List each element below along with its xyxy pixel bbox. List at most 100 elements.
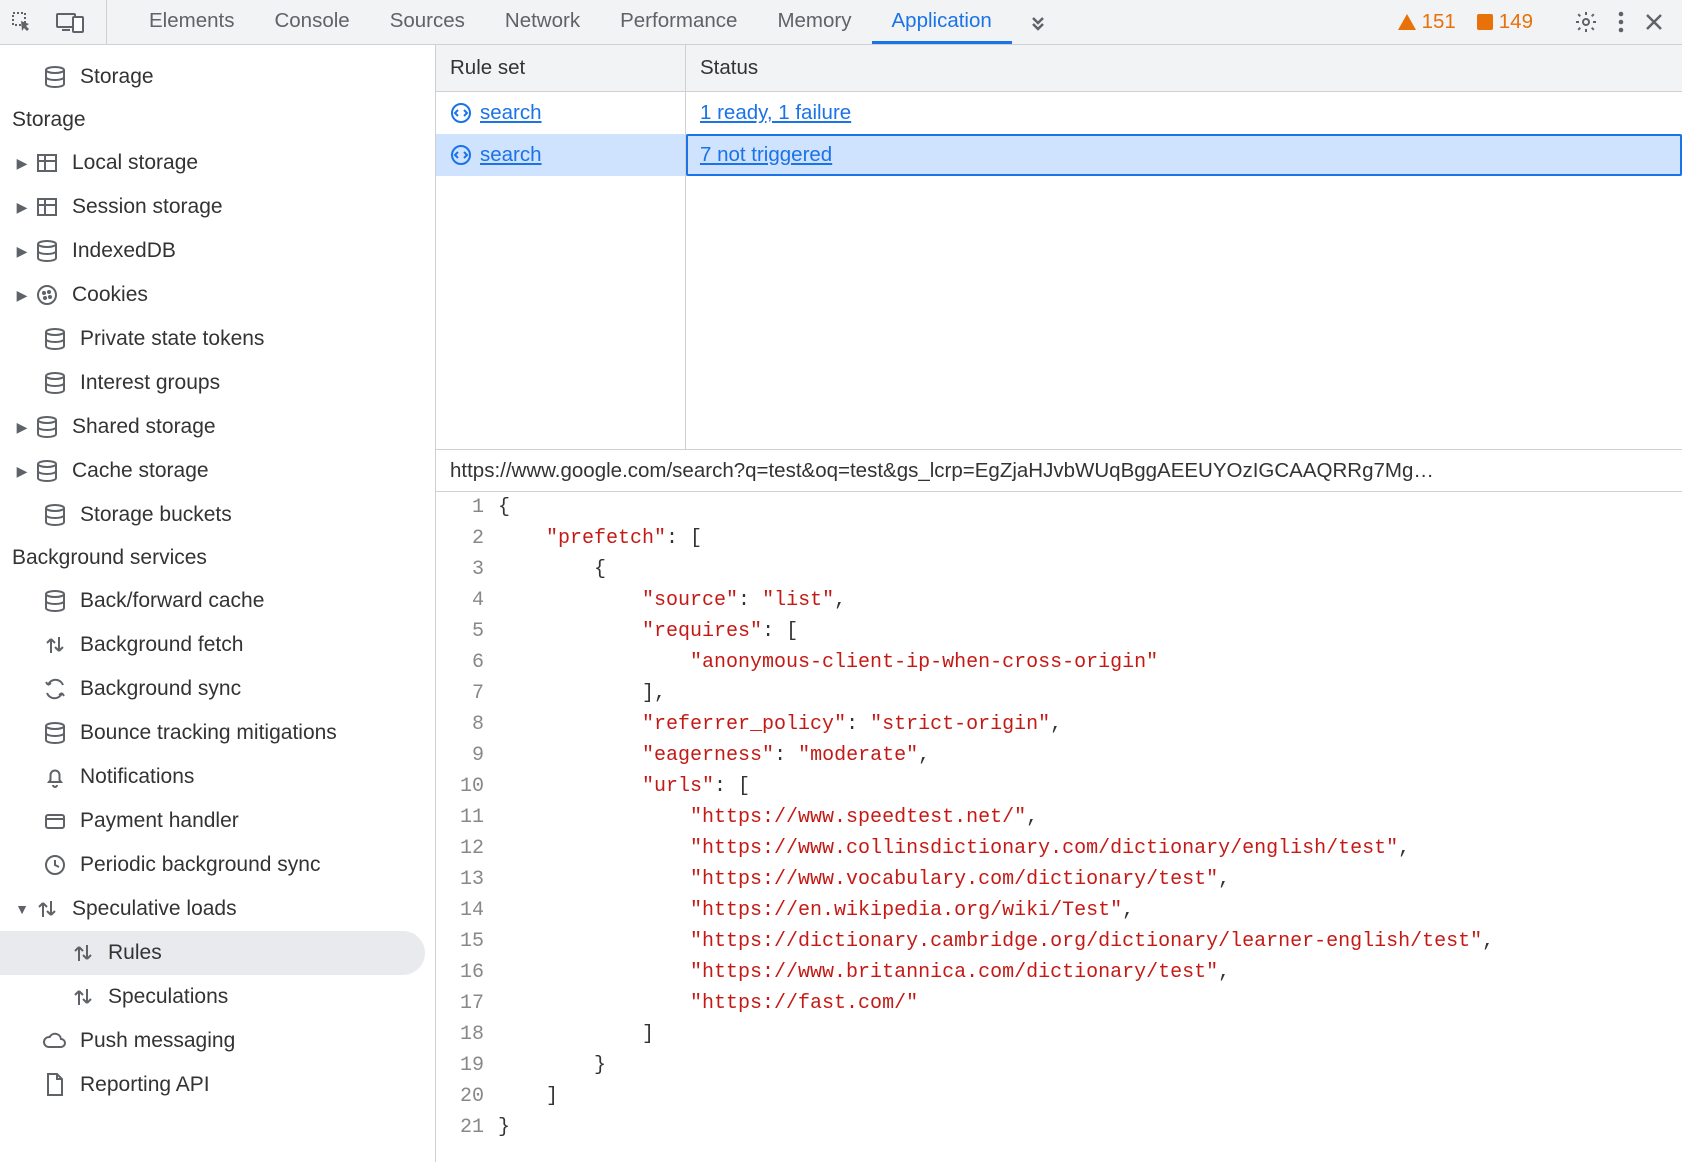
sidebar-item-cookies[interactable]: ▶ Cookies — [0, 273, 435, 317]
chevron-right-icon[interactable]: ▶ — [12, 463, 32, 480]
tab-label: Elements — [149, 9, 234, 33]
sidebar-item-periodic-bg-sync[interactable]: Periodic background sync — [0, 843, 435, 887]
tab-label: Sources — [390, 9, 465, 33]
ruleset-url: https://www.google.com/search?q=test&oq=… — [436, 450, 1682, 492]
column-header-ruleset[interactable]: Rule set — [436, 45, 686, 92]
sidebar-item-label: Shared storage — [72, 415, 216, 439]
ruleset-status-link[interactable]: 7 not triggered — [700, 143, 832, 167]
database-icon — [40, 324, 70, 354]
device-toolbar-icon[interactable] — [56, 11, 84, 33]
sidebar-item-label: Cache storage — [72, 459, 209, 483]
line-number: 1 — [436, 492, 498, 523]
tab-performance[interactable]: Performance — [600, 0, 757, 44]
sidebar-item-storage-summary[interactable]: Storage — [0, 55, 435, 99]
sidebar-item-label: Background sync — [80, 677, 241, 701]
sidebar-item-bounce-tracking[interactable]: Bounce tracking mitigations — [0, 711, 435, 755]
more-vertical-icon[interactable] — [1618, 11, 1624, 33]
sidebar-heading-background-services: Background services — [0, 537, 435, 579]
issues-button[interactable]: 149 — [1476, 10, 1533, 34]
line-number: 19 — [436, 1050, 498, 1081]
tab-memory[interactable]: Memory — [757, 0, 871, 44]
warnings-triangle-button[interactable]: 151 — [1397, 10, 1456, 34]
sidebar-item-bg-sync[interactable]: Background sync — [0, 667, 435, 711]
sidebar-item-session-storage[interactable]: ▶ Session storage — [0, 185, 435, 229]
tab-network[interactable]: Network — [485, 0, 600, 44]
tab-application[interactable]: Application — [872, 0, 1012, 44]
workspace: Storage Storage ▶ Local storage ▶ Sessio… — [0, 45, 1682, 1162]
table-icon — [32, 192, 62, 222]
database-icon — [40, 368, 70, 398]
sidebar-item-label: Local storage — [72, 151, 198, 175]
chevron-right-icon[interactable]: ▶ — [12, 287, 32, 304]
sidebar-item-rules[interactable]: Rules — [0, 931, 425, 975]
card-icon — [40, 806, 70, 836]
line-number: 20 — [436, 1081, 498, 1112]
tabs-overflow-icon[interactable] — [1012, 0, 1064, 44]
chevron-right-icon[interactable]: ▶ — [12, 419, 32, 436]
sidebar-item-indexeddb[interactable]: ▶ IndexedDB — [0, 229, 435, 273]
sidebar-item-label: Bounce tracking mitigations — [80, 721, 337, 745]
settings-gear-icon[interactable] — [1574, 10, 1598, 34]
database-icon — [40, 718, 70, 748]
cloud-icon — [40, 1026, 70, 1056]
line-number: 13 — [436, 864, 498, 895]
sidebar-item-push-messaging[interactable]: Push messaging — [0, 1019, 435, 1063]
sidebar-item-local-storage[interactable]: ▶ Local storage — [0, 141, 435, 185]
sidebar-item-shared-storage[interactable]: ▶ Shared storage — [0, 405, 435, 449]
sidebar-item-notifications[interactable]: Notifications — [0, 755, 435, 799]
chevron-right-icon[interactable]: ▶ — [12, 155, 32, 172]
inspect-element-icon[interactable] — [10, 10, 34, 34]
arrows-updown-icon — [32, 894, 62, 924]
tab-label: Console — [274, 9, 349, 33]
database-icon — [40, 62, 70, 92]
sidebar-item-private-state-tokens[interactable]: Private state tokens — [0, 317, 435, 361]
database-icon — [40, 500, 70, 530]
line-number: 12 — [436, 833, 498, 864]
sidebar-item-label: Rules — [108, 941, 162, 965]
bell-icon — [40, 762, 70, 792]
ruleset-table-row[interactable]: search 1 ready, 1 failure — [436, 92, 1682, 134]
sidebar-item-label: Speculations — [108, 985, 228, 1009]
line-number: 7 — [436, 678, 498, 709]
line-number: 10 — [436, 771, 498, 802]
ruleset-json-viewer[interactable]: 1{ 2 "prefetch": [ 3 { 4 "source": "list… — [436, 492, 1682, 1162]
sidebar-item-label: Background fetch — [80, 633, 243, 657]
rules-panel: Rule set Status search 1 ready, 1 failur… — [436, 45, 1682, 1162]
tab-sources[interactable]: Sources — [370, 0, 485, 44]
tab-elements[interactable]: Elements — [129, 0, 254, 44]
sidebar-item-interest-groups[interactable]: Interest groups — [0, 361, 435, 405]
sidebar-item-cache-storage[interactable]: ▶ Cache storage — [0, 449, 435, 493]
arrows-updown-icon — [68, 982, 98, 1012]
ruleset-table-row[interactable]: search 7 not triggered — [436, 134, 1682, 176]
sidebar-item-storage-buckets[interactable]: Storage buckets — [0, 493, 435, 537]
ruleset-name-link[interactable]: search — [480, 101, 542, 125]
file-icon — [40, 1070, 70, 1100]
database-icon — [32, 412, 62, 442]
sidebar-item-payment-handler[interactable]: Payment handler — [0, 799, 435, 843]
sidebar-item-bg-fetch[interactable]: Background fetch — [0, 623, 435, 667]
line-number: 3 — [436, 554, 498, 585]
sidebar-item-label: Reporting API — [80, 1073, 210, 1097]
sidebar-item-speculative-loads[interactable]: ▼ Speculative loads — [0, 887, 435, 931]
line-number: 18 — [436, 1019, 498, 1050]
close-icon[interactable] — [1644, 12, 1664, 32]
tab-label: Application — [892, 9, 992, 33]
chevron-down-icon[interactable]: ▼ — [12, 901, 32, 917]
cookie-icon — [32, 280, 62, 310]
issue-count: 149 — [1499, 10, 1533, 34]
line-number: 16 — [436, 957, 498, 988]
chevron-right-icon[interactable]: ▶ — [12, 243, 32, 260]
warning-count: 151 — [1422, 10, 1456, 34]
sidebar-item-reporting-api[interactable]: Reporting API — [0, 1063, 435, 1107]
tab-label: Performance — [620, 9, 737, 33]
arrows-updown-icon — [40, 630, 70, 660]
sidebar-item-label: Notifications — [80, 765, 194, 789]
sidebar-item-bfcache[interactable]: Back/forward cache — [0, 579, 435, 623]
sidebar-item-speculations[interactable]: Speculations — [0, 975, 435, 1019]
column-header-status[interactable]: Status — [686, 45, 1682, 92]
ruleset-status-link[interactable]: 1 ready, 1 failure — [700, 101, 851, 125]
tab-console[interactable]: Console — [254, 0, 369, 44]
sidebar-item-label: Payment handler — [80, 809, 239, 833]
chevron-right-icon[interactable]: ▶ — [12, 199, 32, 216]
ruleset-name-link[interactable]: search — [480, 143, 542, 167]
